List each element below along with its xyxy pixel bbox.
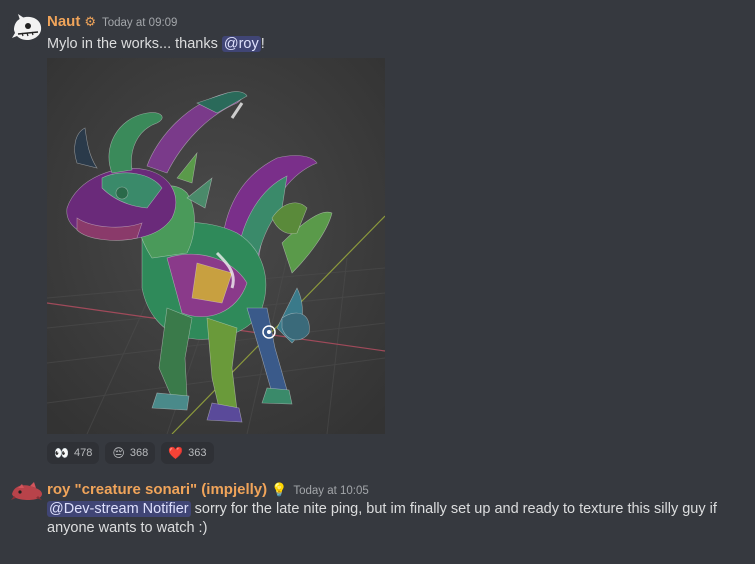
reactions-bar: 👀 478 😔 368 ❤️ 363 bbox=[47, 442, 214, 464]
avatar[interactable] bbox=[8, 10, 46, 48]
gear-badge-icon: ⚙ bbox=[84, 14, 96, 29]
reaction-heart[interactable]: ❤️ 363 bbox=[161, 442, 214, 464]
message-text-end: ! bbox=[260, 36, 265, 52]
message-content: Mylo in the works... thanks @roy! bbox=[47, 35, 265, 54]
user-mention[interactable]: @roy bbox=[221, 36, 261, 52]
image-attachment[interactable] bbox=[47, 58, 385, 434]
reaction-pensive[interactable]: 😔 368 bbox=[105, 442, 156, 464]
reaction-count: 363 bbox=[188, 447, 207, 459]
message-content: @Dev-stream Notifier sorry for the late … bbox=[47, 500, 747, 538]
username[interactable]: Naut bbox=[47, 13, 80, 30]
timestamp[interactable]: Today at 10:05 bbox=[293, 485, 368, 497]
message-text: Mylo in the works... thanks bbox=[47, 36, 222, 52]
lightbulb-badge-icon: 💡 bbox=[271, 482, 288, 497]
avatar[interactable] bbox=[8, 476, 46, 504]
pensive-face-icon: 😔 bbox=[112, 446, 125, 460]
reaction-eyes[interactable]: 👀 478 bbox=[47, 442, 100, 464]
role-mention[interactable]: @Dev-stream Notifier bbox=[47, 501, 191, 517]
timestamp[interactable]: Today at 09:09 bbox=[102, 17, 177, 29]
reaction-count: 478 bbox=[73, 447, 93, 459]
heart-icon: ❤️ bbox=[168, 446, 184, 460]
username[interactable]: roy "creature sonari" (impjelly) bbox=[47, 481, 267, 498]
eyes-icon: 👀 bbox=[54, 446, 69, 460]
reaction-count: 368 bbox=[129, 447, 149, 459]
